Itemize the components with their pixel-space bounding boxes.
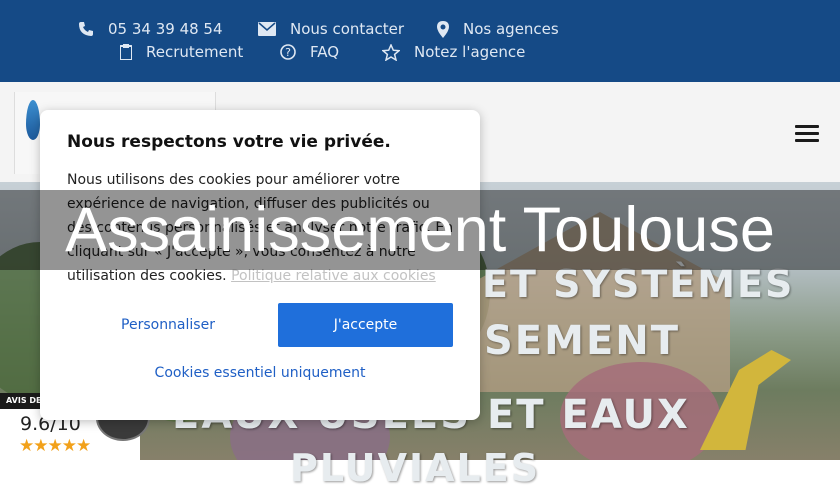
recruitment-label: Recrutement xyxy=(146,43,244,61)
question-circle-icon: ? xyxy=(280,44,296,60)
phone-link[interactable]: 05 34 39 48 54 xyxy=(78,20,223,38)
recruitment-link[interactable]: Recrutement xyxy=(120,43,243,61)
top-bar: 05 34 39 48 54 Nous contacter Nos agence… xyxy=(0,0,840,82)
contact-link[interactable]: Nous contacter xyxy=(258,20,404,38)
logo-drop-icon xyxy=(26,100,40,140)
svg-text:?: ? xyxy=(285,46,291,59)
star-icon xyxy=(382,43,400,61)
accept-button[interactable]: J'accepte xyxy=(278,303,453,347)
rate-agency-label: Notez l'agence xyxy=(414,43,526,61)
phone-icon xyxy=(79,22,93,36)
clipboard-icon xyxy=(120,44,132,60)
phone-number: 05 34 39 48 54 xyxy=(108,20,223,38)
map-marker-icon xyxy=(437,20,449,38)
contact-label: Nous contacter xyxy=(290,20,405,38)
envelope-icon xyxy=(258,22,276,36)
rate-agency-link[interactable]: Notez l'agence xyxy=(382,43,525,61)
hero-line-2: SEMENT xyxy=(484,318,681,364)
review-stars: ★★★★★ xyxy=(19,436,91,456)
menu-icon[interactable] xyxy=(795,125,819,145)
faq-link[interactable]: ? FAQ xyxy=(280,43,339,61)
agencies-link[interactable]: Nos agences xyxy=(437,20,559,38)
faq-label: FAQ xyxy=(310,43,340,61)
cookie-policy-link[interactable]: Politique relative aux cookies xyxy=(231,268,436,284)
customize-button[interactable]: Personnaliser xyxy=(78,303,258,347)
modal-title: Nous respectons votre vie privée. xyxy=(67,132,391,152)
agencies-label: Nos agences xyxy=(463,20,559,38)
hero-line-4: PLUVIALES xyxy=(290,446,541,490)
essential-cookies-button[interactable]: Cookies essentiel uniquement xyxy=(40,365,480,381)
page-title: Assainissement Toulouse xyxy=(65,195,775,265)
